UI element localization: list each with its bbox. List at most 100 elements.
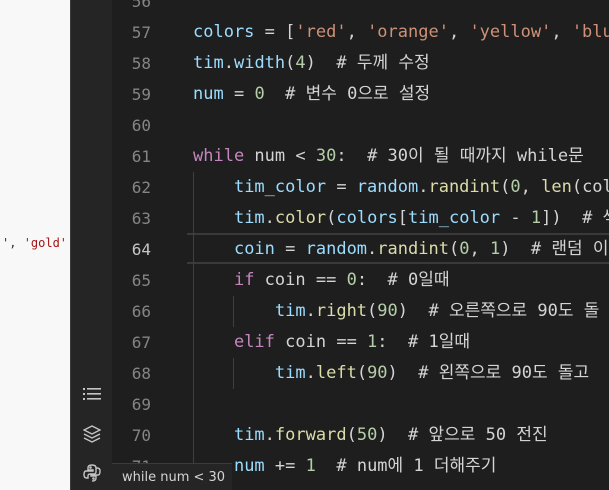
code-line[interactable]: while num < 30: # 30이 될 때까지 while문	[193, 141, 584, 172]
code-token: tim	[233, 208, 265, 228]
code-token: (	[326, 208, 337, 228]
code-token: .	[367, 239, 378, 259]
code-token: coin	[233, 239, 275, 259]
code-token: forward	[274, 425, 347, 445]
code-line[interactable]: tim.color(colors[tim_color - 1]) # 색	[193, 203, 609, 234]
code-token: <	[295, 146, 316, 166]
code-line[interactable]: tim.forward(50) # 앞으로 50 전진	[193, 420, 548, 451]
code-token: 1	[489, 239, 501, 259]
code-token: .	[264, 208, 275, 228]
code-token: +=	[264, 456, 306, 476]
code-token: .	[305, 363, 316, 383]
line-number: 68	[131, 364, 151, 383]
breadcrumb-label: while num < 30	[122, 469, 226, 485]
code-token: width	[233, 53, 286, 73]
code-token: 90	[367, 363, 388, 383]
code-token: left	[315, 363, 357, 383]
line-number: 70	[131, 426, 151, 445]
code-token: # 30이 될 때까지 while문	[367, 146, 584, 166]
code-token: =	[326, 177, 357, 197]
code-token: ,	[346, 22, 368, 42]
code-token: 0	[254, 84, 265, 104]
code-token: color	[274, 208, 327, 228]
code-line[interactable]: tim.right(90) # 오른쪽으로 90도 돌	[193, 296, 600, 327]
code-token: )	[377, 425, 409, 445]
code-token: randint	[377, 239, 449, 259]
code-line[interactable]: num = 0 # 변수 0으로 설정	[193, 79, 430, 110]
line-number: 59	[131, 85, 151, 104]
code-token: 'yellow'	[469, 22, 552, 42]
code-token: =	[254, 22, 286, 42]
code-token: coin	[274, 332, 337, 352]
line-number: 66	[131, 302, 151, 321]
code-token: (colo	[571, 177, 609, 197]
code-line[interactable]: tim_color = random.randint(0, len(colo	[193, 172, 609, 203]
code-token: )	[397, 301, 429, 321]
code-token: 'blue	[571, 22, 609, 42]
code-token: num	[244, 146, 296, 166]
left-code-snippet: ', 'gold'	[2, 236, 67, 250]
indent-guide	[233, 358, 234, 389]
code-token: ==	[315, 270, 347, 290]
snippet-value: 'gold'	[23, 236, 68, 250]
code-line[interactable]: num += 1 # num에 1 더해주기	[193, 451, 497, 482]
code-token: tim_color	[408, 208, 501, 228]
code-token: # 왼쪽으로 90도 돌고	[418, 363, 590, 383]
line-number: 57	[131, 23, 151, 42]
code-area[interactable]: colors = ['red', 'orange', 'yellow', 'bl…	[193, 0, 609, 490]
code-token: )	[387, 363, 419, 383]
code-token: ])	[541, 208, 583, 228]
line-number: 61	[131, 147, 151, 166]
code-token: # 오른쪽으로 90도 돌	[428, 301, 600, 321]
code-token: .	[264, 425, 275, 445]
snippet-prefix: ',	[2, 236, 24, 250]
indent-guide	[233, 296, 234, 327]
code-token: [	[397, 208, 409, 228]
code-token: len	[541, 177, 572, 197]
code-line[interactable]: colors = ['red', 'orange', 'yellow', 'bl…	[193, 17, 609, 48]
code-token: # 1일때	[408, 332, 471, 352]
sticky-scroll-breadcrumb[interactable]: while num < 30	[112, 463, 232, 490]
code-token: tim	[193, 53, 224, 73]
code-line[interactable]: tim.width(4) # 두께 수정	[193, 48, 430, 79]
code-token: 0	[459, 239, 470, 259]
line-number: 64	[131, 240, 151, 259]
code-line[interactable]: if coin == 0: # 0일때	[193, 265, 450, 296]
line-number: 60	[131, 116, 151, 135]
code-token: -	[500, 208, 531, 228]
code-token: tim_color	[233, 177, 327, 197]
line-number: 69	[131, 395, 151, 414]
code-token: ,	[520, 177, 542, 197]
code-token: :	[356, 270, 388, 290]
code-token: (	[285, 53, 296, 73]
code-token: # num에 1 더해주기	[336, 456, 497, 476]
code-line[interactable]: coin = random.randint(0, 1) # 랜덤 이	[193, 234, 609, 265]
code-line[interactable]: tim.left(90) # 왼쪽으로 90도 돌고	[193, 358, 589, 389]
code-token: .	[418, 177, 429, 197]
code-token: ,	[448, 22, 470, 42]
code-token: )	[305, 53, 337, 73]
code-token: ,	[469, 239, 490, 259]
code-token: elif	[233, 332, 275, 352]
code-token: 90	[377, 301, 398, 321]
code-token: .	[305, 301, 316, 321]
code-token: # 색	[582, 208, 609, 228]
code-token: randint	[428, 177, 501, 197]
code-token: ,	[551, 22, 572, 42]
line-number: 56	[131, 0, 151, 11]
code-token: ==	[336, 332, 368, 352]
code-token: if	[233, 270, 255, 290]
code-token: 30	[315, 146, 337, 166]
code-token: (	[448, 239, 460, 259]
code-token: tim	[274, 301, 306, 321]
code-token: # 앞으로 50 전진	[408, 425, 548, 445]
code-token: 'orange'	[367, 22, 449, 42]
code-line[interactable]: elif coin == 1: # 1일때	[193, 327, 470, 358]
code-token: colors	[336, 208, 398, 228]
code-token: # 랜덤 이	[530, 239, 609, 259]
